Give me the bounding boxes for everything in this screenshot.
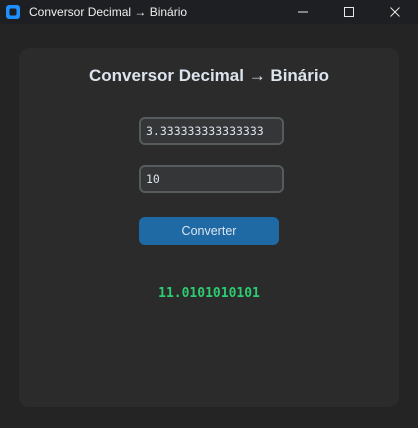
convert-button[interactable]: Converter (139, 217, 279, 245)
page-title: Conversor Decimal → Binário (89, 66, 329, 85)
app-icon (6, 5, 20, 19)
converter-panel: Conversor Decimal → Binário Converter 11… (19, 48, 399, 407)
decimal-number-input[interactable] (139, 117, 284, 145)
app-window: Conversor Decimal → Binário Conversor De… (0, 0, 418, 428)
maximize-button[interactable] (326, 0, 372, 24)
minimize-icon (298, 11, 308, 13)
result-label: 11.0101010101 (158, 286, 260, 301)
close-icon (390, 7, 400, 17)
title-bar[interactable]: Conversor Decimal → Binário (0, 0, 418, 24)
window-title: Conversor Decimal → Binário (29, 5, 188, 19)
maximize-icon (344, 7, 354, 17)
close-button[interactable] (372, 0, 418, 24)
base-input[interactable] (139, 165, 284, 193)
minimize-button[interactable] (280, 0, 326, 24)
